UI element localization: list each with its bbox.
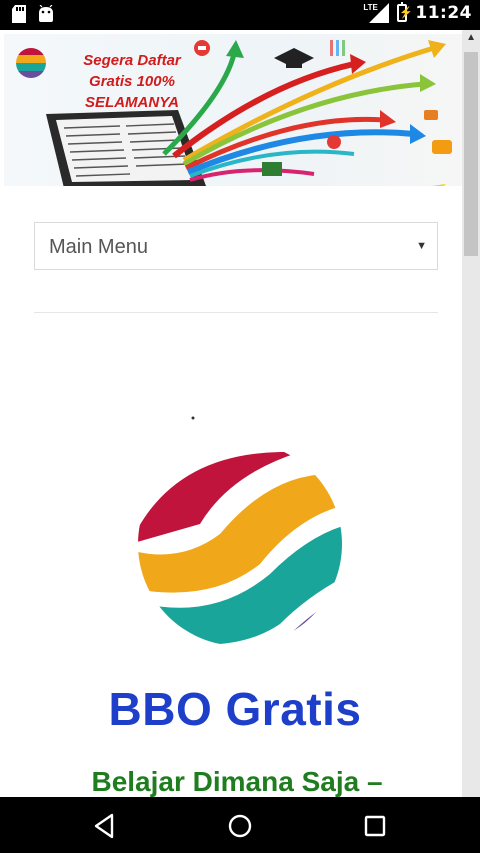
clock: 11:24 bbox=[415, 3, 472, 23]
recents-icon[interactable] bbox=[360, 811, 390, 841]
back-icon[interactable] bbox=[90, 811, 120, 841]
main-menu-select[interactable]: Main Menu ▼ bbox=[34, 222, 438, 270]
scrollbar[interactable]: ▲ bbox=[462, 30, 480, 797]
page-content: Segera Daftar Gratis 100% SELAMANYA Main… bbox=[4, 34, 462, 797]
lte-signal-icon: LTE bbox=[363, 3, 390, 23]
banner-logo-icon bbox=[16, 48, 46, 78]
scroll-up-arrow-icon[interactable]: ▲ bbox=[466, 32, 476, 43]
status-bar: LTE ⚡ 11:24 bbox=[0, 0, 480, 30]
battery-charging-icon: ⚡ bbox=[397, 2, 413, 22]
navigation-bar bbox=[0, 797, 480, 853]
education-arrows-illustration bbox=[162, 40, 452, 186]
main-menu-select-value: Main Menu bbox=[49, 236, 148, 258]
site-logo-globe bbox=[138, 416, 342, 646]
sd-card-icon bbox=[12, 5, 26, 23]
site-tagline: Belajar Dimana Saja – bbox=[91, 766, 383, 797]
scrollbar-thumb[interactable] bbox=[464, 52, 478, 256]
home-icon[interactable] bbox=[225, 811, 255, 841]
android-icon bbox=[39, 5, 53, 22]
header-banner[interactable]: Segera Daftar Gratis 100% SELAMANYA bbox=[4, 34, 462, 186]
browser-viewport[interactable]: Segera Daftar Gratis 100% SELAMANYA Main… bbox=[0, 30, 480, 797]
site-title: BBO Gratis bbox=[108, 683, 362, 735]
chevron-down-icon: ▼ bbox=[416, 240, 427, 252]
divider bbox=[34, 312, 438, 313]
